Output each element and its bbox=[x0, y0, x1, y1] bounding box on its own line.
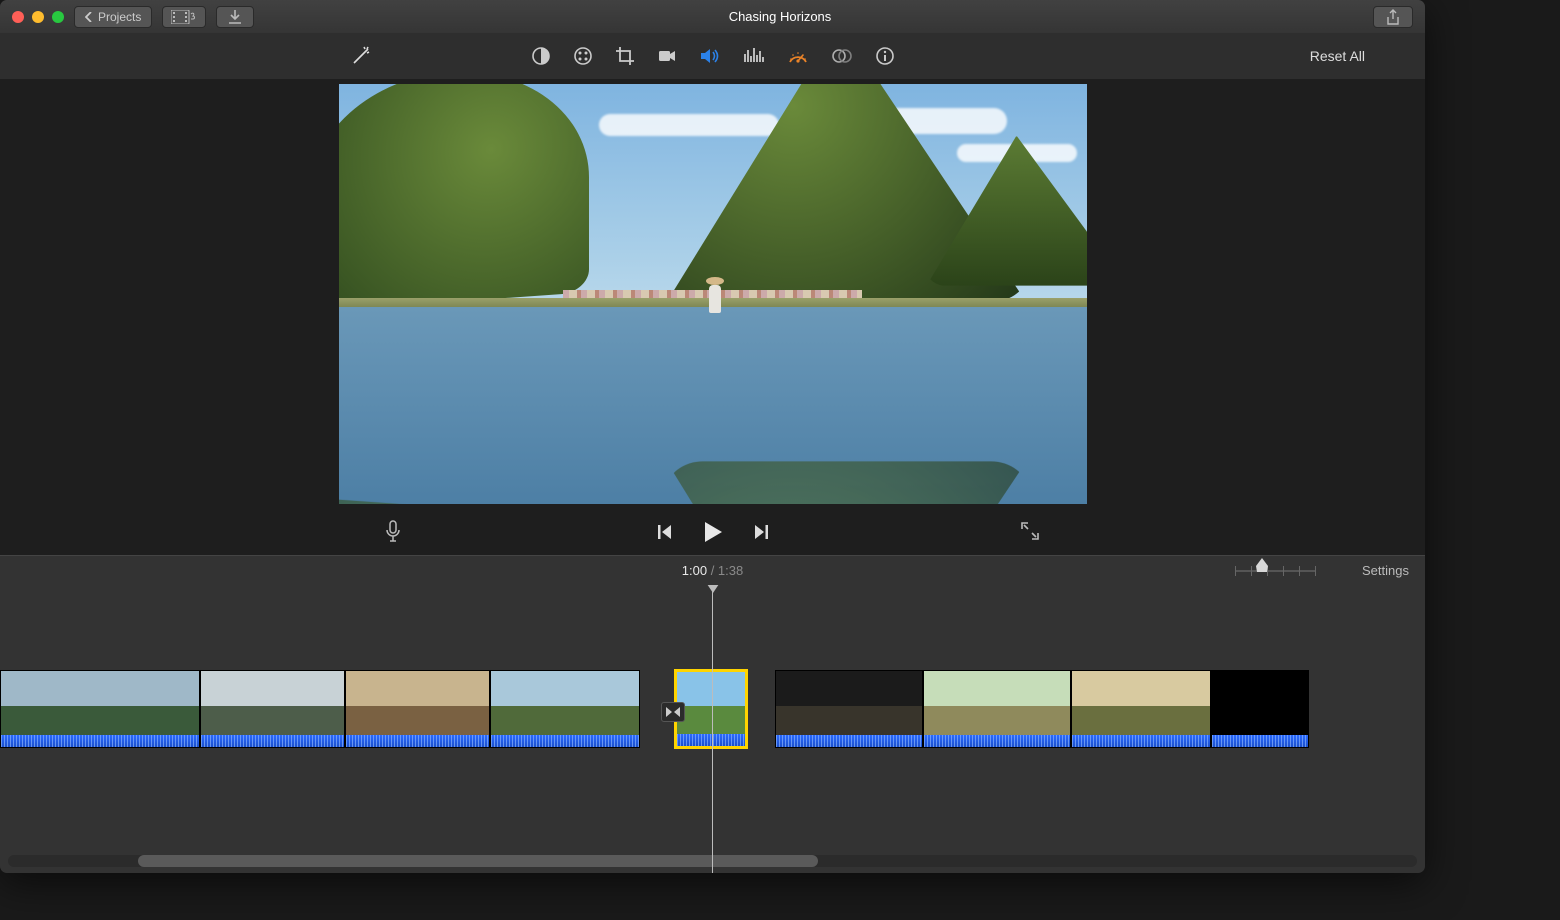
speed-button[interactable] bbox=[787, 46, 809, 66]
timeline-clip[interactable] bbox=[0, 670, 200, 748]
transition-icon[interactable] bbox=[661, 702, 685, 722]
overlap-circles-icon bbox=[831, 46, 853, 66]
microphone-icon bbox=[385, 520, 401, 542]
info-icon bbox=[875, 46, 895, 66]
share-icon bbox=[1386, 9, 1400, 25]
skip-back-icon bbox=[656, 523, 674, 541]
back-projects-button[interactable]: Projects bbox=[74, 6, 152, 28]
share-button[interactable] bbox=[1373, 6, 1413, 28]
preview-viewer bbox=[0, 79, 1425, 509]
titlebar: Projects Chasing Horizons bbox=[0, 0, 1425, 33]
skip-forward-icon bbox=[752, 523, 770, 541]
minimize-window[interactable] bbox=[32, 11, 44, 23]
project-title: Chasing Horizons bbox=[0, 9, 1425, 24]
fullscreen-button[interactable] bbox=[1020, 521, 1040, 544]
timeline-settings-button[interactable]: Settings bbox=[1362, 563, 1409, 578]
media-import-button[interactable] bbox=[162, 6, 206, 28]
filmstrip-icon bbox=[171, 10, 197, 24]
wand-icon bbox=[350, 45, 372, 67]
play-icon bbox=[702, 520, 724, 544]
preview-frame[interactable] bbox=[339, 84, 1087, 504]
next-button[interactable] bbox=[752, 523, 770, 541]
timeline-area[interactable] bbox=[0, 585, 1425, 873]
play-button[interactable] bbox=[702, 520, 724, 544]
zoom-window[interactable] bbox=[52, 11, 64, 23]
adjustment-toolbar: Reset All bbox=[0, 33, 1425, 79]
effects-button[interactable] bbox=[831, 46, 853, 66]
enhance-button[interactable] bbox=[350, 45, 372, 67]
stabilization-button[interactable] bbox=[657, 46, 677, 66]
volume-button[interactable] bbox=[699, 46, 721, 66]
reset-all-button[interactable]: Reset All bbox=[1310, 48, 1365, 64]
palette-icon bbox=[573, 46, 593, 66]
subject-person bbox=[705, 277, 725, 313]
import-icon bbox=[229, 10, 241, 24]
back-label: Projects bbox=[98, 10, 141, 24]
app-window: Projects Chasing Horizons Reset All bbox=[0, 0, 1425, 873]
timeline-clip[interactable] bbox=[200, 670, 345, 748]
info-button[interactable] bbox=[875, 46, 895, 66]
noise-eq-button[interactable] bbox=[743, 46, 765, 66]
timeline-clip-selected[interactable] bbox=[675, 670, 747, 748]
timeline-info-bar: 1:00 / 1:38 Settings bbox=[0, 555, 1425, 585]
crop-icon bbox=[615, 46, 635, 66]
total-duration: 1:38 bbox=[718, 563, 743, 578]
previous-button[interactable] bbox=[656, 523, 674, 541]
speaker-icon bbox=[699, 46, 721, 66]
crossfade-icon bbox=[665, 706, 681, 718]
voiceover-button[interactable] bbox=[385, 520, 401, 545]
current-time: 1:00 bbox=[682, 563, 707, 578]
speedometer-icon bbox=[787, 46, 809, 66]
playback-bar bbox=[0, 509, 1425, 555]
timeline-clip[interactable] bbox=[490, 670, 640, 748]
close-window[interactable] bbox=[12, 11, 24, 23]
equalizer-icon bbox=[743, 46, 765, 66]
color-balance-button[interactable] bbox=[531, 46, 551, 66]
color-correction-button[interactable] bbox=[573, 46, 593, 66]
zoom-slider[interactable] bbox=[1235, 564, 1315, 578]
timeline-clip[interactable] bbox=[1071, 670, 1211, 748]
scrollbar-thumb[interactable] bbox=[138, 855, 818, 867]
fullscreen-icon bbox=[1020, 521, 1040, 541]
timeline-clip[interactable] bbox=[775, 670, 923, 748]
time-display: 1:00 / 1:38 bbox=[682, 563, 743, 578]
timeline-clip[interactable] bbox=[923, 670, 1071, 748]
timeline-clip[interactable] bbox=[1211, 670, 1309, 748]
crop-button[interactable] bbox=[615, 46, 635, 66]
window-controls bbox=[12, 11, 64, 23]
import-download-button[interactable] bbox=[216, 6, 254, 28]
contrast-icon bbox=[531, 46, 551, 66]
timeline-clip[interactable] bbox=[345, 670, 490, 748]
slider-knob-icon bbox=[1255, 558, 1269, 572]
camera-icon bbox=[657, 46, 677, 66]
